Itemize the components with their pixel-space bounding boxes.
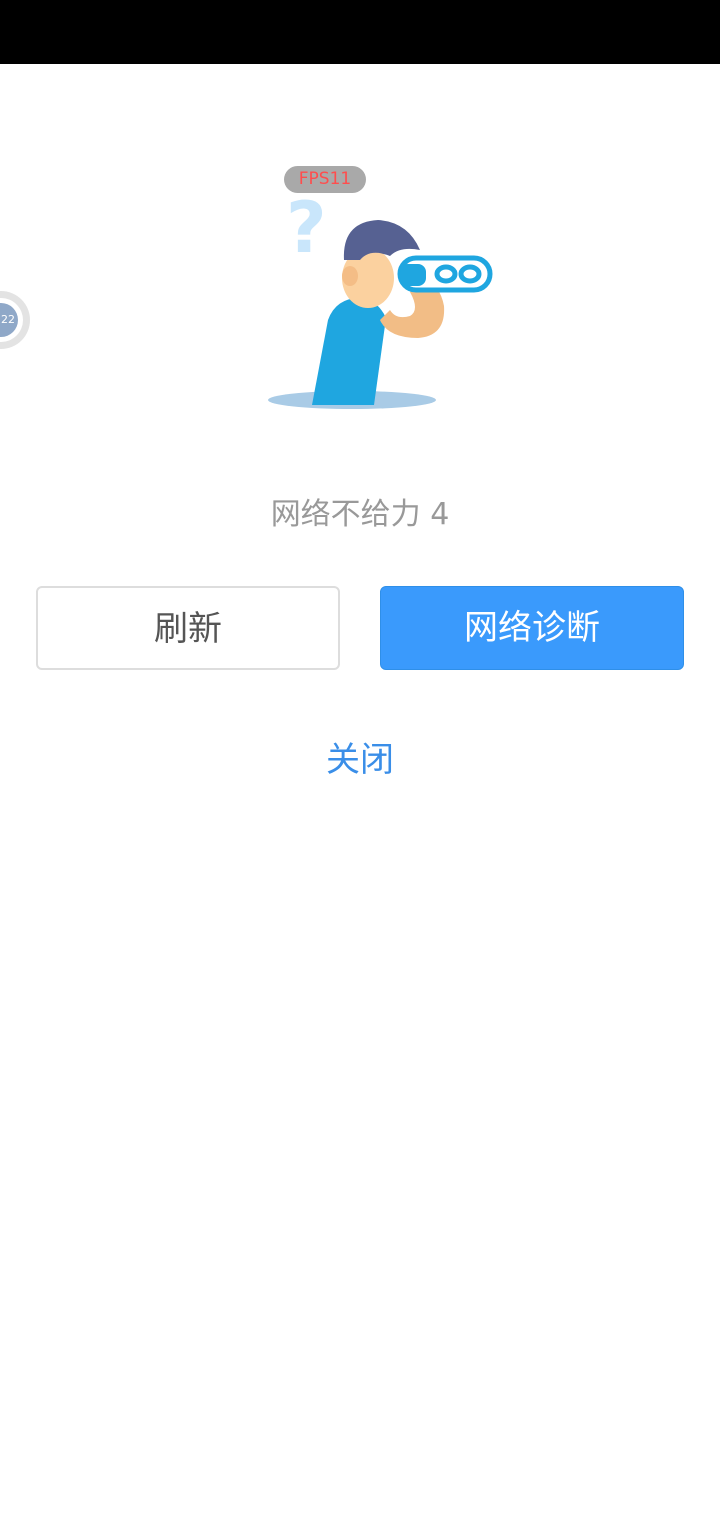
svg-text:?: ? (286, 187, 327, 269)
fps-badge: FPS11 (284, 166, 366, 193)
network-error-message: 网络不给力 4 (270, 497, 450, 532)
close-link[interactable]: 关闭 (0, 734, 720, 786)
refresh-button[interactable]: 刷新 (36, 586, 340, 670)
binoculars-person-illustration-icon: ? (250, 160, 510, 420)
network-error-page: ? FPS11 22 网络不给力 4 刷新 网络诊断 关闭 (0, 0, 720, 1520)
floating-ball-label: 22 (0, 303, 18, 337)
floating-assistant-ball[interactable]: 22 (0, 291, 30, 349)
network-diagnose-button[interactable]: 网络诊断 (380, 586, 684, 670)
floating-ball-ring: 22 (0, 298, 23, 342)
status-bar (0, 0, 720, 64)
